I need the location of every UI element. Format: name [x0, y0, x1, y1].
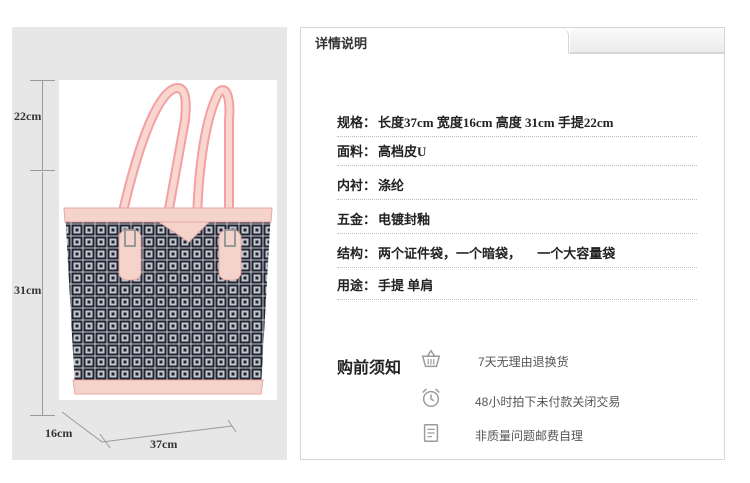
- bag-height-line: [42, 172, 43, 415]
- notice-item-payment: 48小时拍下未付款关闭交易: [475, 395, 621, 409]
- product-photo: [59, 80, 277, 400]
- spec-label: 内衬：: [337, 178, 377, 193]
- spec-label: 用途：: [337, 278, 377, 293]
- spec-value: 两个证件袋，一个暗袋， 一个大容量袋: [378, 246, 616, 261]
- notice-item-returns: 7天无理由退换货: [478, 355, 569, 369]
- handle-height-label: 22cm: [14, 109, 42, 123]
- depth-label: 16cm: [45, 426, 73, 440]
- spec-value: 手提 单肩: [378, 278, 434, 293]
- tab-details-label: 详情说明: [315, 36, 368, 51]
- shopping-basket-icon: [421, 349, 441, 368]
- spec-value: 电镀封釉: [378, 212, 431, 227]
- handle-height-line: [42, 80, 43, 170]
- handle-height-bottom-tick: [30, 170, 55, 171]
- spec-label: 结构：: [337, 246, 377, 261]
- width-label: 37cm: [150, 437, 178, 451]
- spec-value: 涤纶: [378, 178, 405, 193]
- spec-row-structure: 结构： 两个证件袋，一个暗袋， 一个大容量袋: [337, 241, 697, 268]
- spec-row-lining: 内衬： 涤纶: [337, 173, 697, 200]
- spec-row-usage: 用途： 手提 单肩: [337, 273, 697, 300]
- spec-value: 高档皮U: [378, 144, 427, 159]
- spec-label: 规格：: [337, 115, 377, 130]
- spec-row-fabric: 面料： 高档皮U: [337, 139, 697, 166]
- tote-bag-illustration: [63, 82, 273, 395]
- notice-title: 购前须知: [337, 360, 402, 377]
- alarm-clock-icon: [422, 388, 440, 407]
- spec-row-size: 规格： 长度37cm 宽度16cm 高度 31cm 手提22cm: [337, 110, 697, 137]
- tab-details[interactable]: 详情说明: [301, 28, 569, 54]
- document-icon: [423, 424, 439, 442]
- spec-label: 面料：: [337, 144, 377, 159]
- tab-inactive: [570, 28, 724, 53]
- bag-height-label: 31cm: [14, 283, 42, 297]
- spec-label: 五金：: [337, 212, 377, 227]
- spec-row-hardware: 五金： 电镀封釉: [337, 207, 697, 234]
- notice-item-shipping: 非质量问题邮费自理: [475, 429, 584, 443]
- spec-value: 长度37cm 宽度16cm 高度 31cm 手提22cm: [378, 115, 614, 130]
